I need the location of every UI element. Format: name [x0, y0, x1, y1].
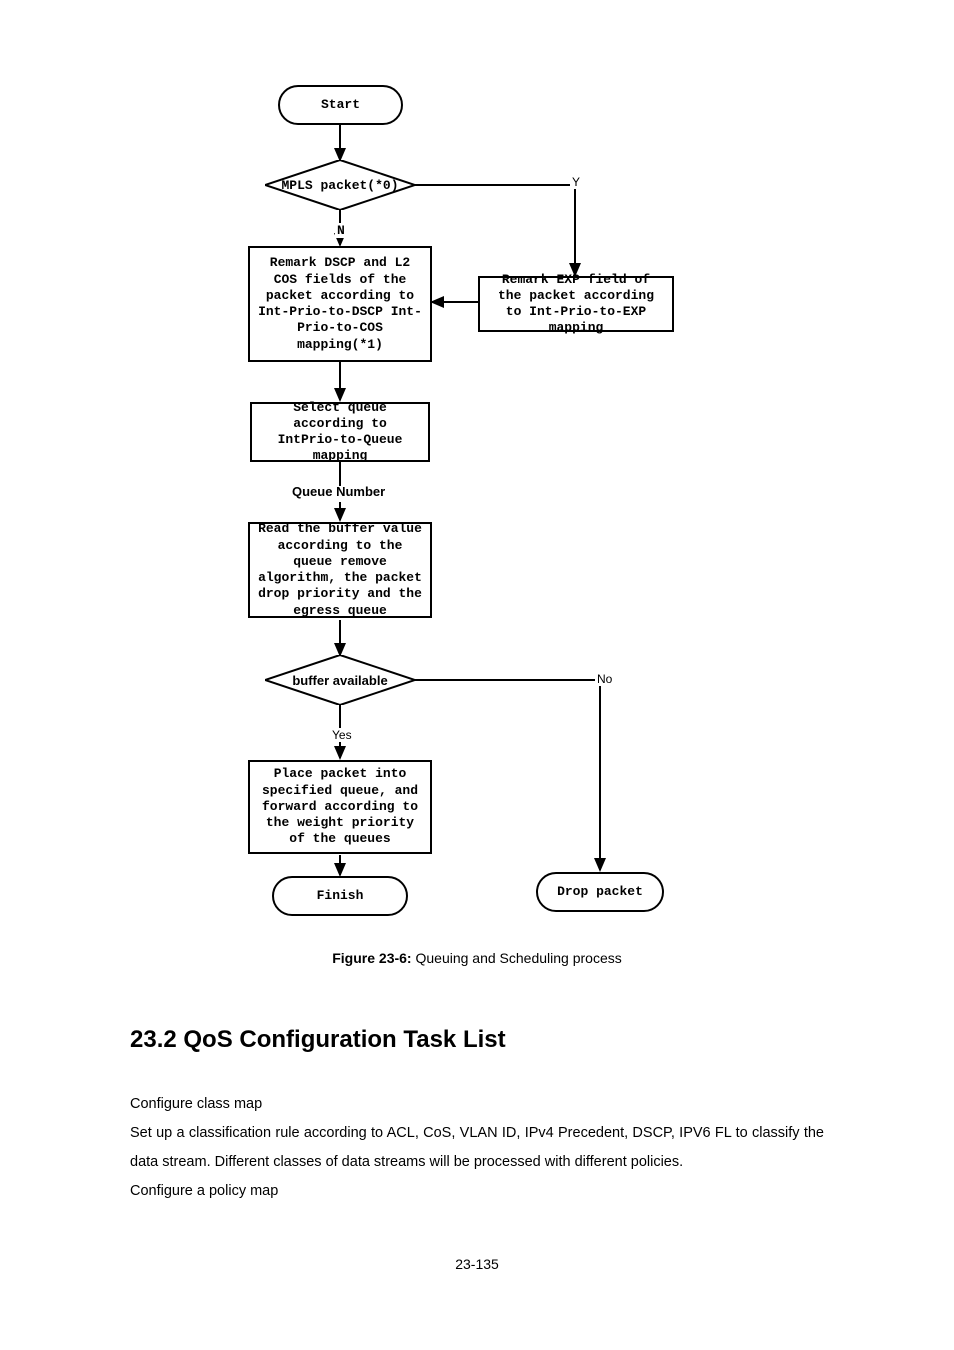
decision-mpls-text: MPLS packet(*0)	[265, 160, 415, 210]
body-p3: Configure a policy map	[130, 1177, 824, 1206]
flow-start-text: Start	[321, 97, 360, 113]
page-number: 23-135	[130, 1256, 824, 1272]
box-select-queue: Select queue according to IntPrio-to-Que…	[250, 402, 430, 462]
box-place-packet-text: Place packet into specified queue, and f…	[258, 766, 422, 847]
flow-drop-text: Drop packet	[557, 884, 643, 900]
queue-number-label: Queue Number	[292, 484, 385, 499]
body-p1: Configure class map	[130, 1090, 824, 1119]
body-p2: Set up a classification rule according t…	[130, 1119, 824, 1177]
box-place-packet: Place packet into specified queue, and f…	[248, 760, 432, 854]
edge-label-yes: Yes	[330, 728, 354, 742]
section-heading: 23.2 QoS Configuration Task List	[130, 1026, 824, 1054]
box-read-buffer: Read the buffer value according to the q…	[248, 522, 432, 618]
box-select-queue-text: Select queue according to IntPrio-to-Que…	[260, 400, 420, 465]
box-read-buffer-text: Read the buffer value according to the q…	[258, 521, 422, 619]
flowchart: Start MPLS packet(*0) Y N Remark DSCP an…	[220, 80, 690, 920]
box-remark-exp: Remark EXP field of the packet according…	[478, 276, 674, 332]
box-remark-dscp: Remark DSCP and L2 COS fields of the pac…	[248, 246, 432, 362]
decision-buffer-text: buffer available	[265, 655, 415, 705]
flow-finish: Finish	[272, 876, 408, 916]
edge-label-y: Y	[570, 175, 582, 189]
edge-label-no: No	[595, 672, 614, 686]
box-remark-dscp-text: Remark DSCP and L2 COS fields of the pac…	[258, 255, 422, 353]
flow-drop: Drop packet	[536, 872, 664, 912]
decision-buffer: buffer available	[265, 655, 415, 705]
body-text: Configure class map Set up a classificat…	[130, 1090, 824, 1206]
figure-caption: Figure 23-6: Queuing and Scheduling proc…	[130, 950, 824, 966]
flow-finish-text: Finish	[317, 888, 364, 904]
figure-caption-label: Figure 23-6:	[332, 950, 411, 966]
box-remark-exp-text: Remark EXP field of the packet according…	[488, 272, 664, 337]
edge-label-n: N	[335, 223, 347, 238]
flow-start: Start	[278, 85, 403, 125]
figure-caption-text: Queuing and Scheduling process	[412, 950, 622, 966]
decision-mpls: MPLS packet(*0)	[265, 160, 415, 210]
